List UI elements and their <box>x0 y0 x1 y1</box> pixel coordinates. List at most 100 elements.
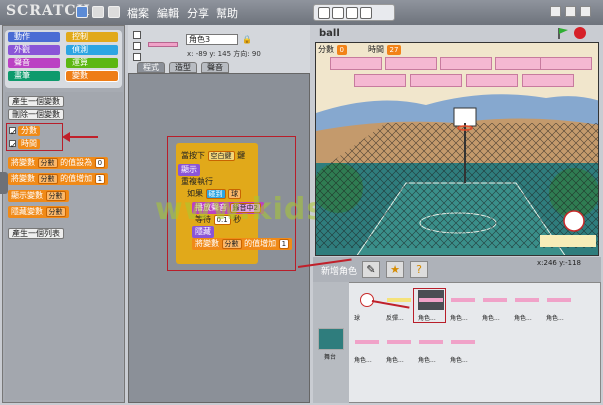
lock-icon[interactable]: 🔒 <box>242 35 252 44</box>
bar-sprite-icon <box>387 298 411 302</box>
sprite-thumb-label: 角色... <box>386 357 404 364</box>
sprite-thumb-6[interactable]: 角色... <box>546 290 576 328</box>
project-title: ball <box>319 28 340 39</box>
tab-sounds[interactable]: 聲音 <box>201 62 229 73</box>
sprite-thumb-label: 角色... <box>450 357 468 364</box>
small-stage-icon[interactable] <box>550 6 561 17</box>
menu-share[interactable]: 分享 <box>187 5 209 21</box>
new-sprite-label: 新增角色 <box>321 267 358 277</box>
sprite-thumb-image[interactable] <box>514 290 540 310</box>
block-change-var[interactable]: 將變數 分數 的值增加 1 <box>8 173 109 185</box>
block-hide-var[interactable]: 隱藏變數 分數 <box>8 206 69 218</box>
globe-icon[interactable] <box>76 6 88 18</box>
sprite-thumb-3[interactable]: 角色... <box>450 290 480 328</box>
bar-sprite-icon <box>547 298 571 302</box>
sprite-coords: x: -89 y: 145 方向: 90 <box>187 50 261 58</box>
pink-sprite[interactable] <box>540 57 592 70</box>
sprite-thumb-5[interactable]: 角色... <box>514 290 544 328</box>
sprite-thumb-label: 角色... <box>482 315 500 322</box>
stop-icon[interactable] <box>574 27 586 39</box>
sprite-thumb-image[interactable] <box>450 332 476 352</box>
menu-file[interactable]: 檔案 <box>127 5 149 21</box>
sprite-thumb-image[interactable] <box>482 290 508 310</box>
sprite-thumb-image[interactable] <box>546 290 572 310</box>
bar-sprite-icon <box>419 340 443 344</box>
no-rotate-icon[interactable] <box>133 53 141 61</box>
sprite-thumb-1[interactable]: 反彈... <box>386 290 416 328</box>
pointer-arrow <box>66 136 98 138</box>
save-icon[interactable] <box>92 6 104 18</box>
block-hide[interactable]: 隱藏 <box>192 226 214 238</box>
random-sprite-icon[interactable]: ? <box>410 261 428 278</box>
category-7[interactable]: 變數 <box>65 70 119 82</box>
score-monitor: 分數 0 <box>318 45 348 55</box>
bar-sprite-icon <box>515 298 539 302</box>
share-icon[interactable] <box>108 6 120 18</box>
block-change-score[interactable]: 將變數 分數 的值增加 1 <box>192 238 293 250</box>
sprite-thumb-label: 角色... <box>354 357 372 364</box>
bar-sprite-icon <box>483 298 507 302</box>
category-2[interactable]: 外觀 <box>8 45 60 55</box>
make-list-button[interactable]: 產生一個列表 <box>8 228 64 239</box>
flip-icon[interactable] <box>133 42 141 50</box>
sprite-thumb-9[interactable]: 角色... <box>418 332 448 370</box>
time-monitor: 時間 27 <box>368 45 402 55</box>
selected-sprite-highlight <box>413 288 446 323</box>
presentation-mode-icon[interactable] <box>580 6 591 17</box>
highlight-box <box>6 123 63 151</box>
sprite-thumb-label: 角色... <box>514 315 532 322</box>
menu-help[interactable]: 幫助 <box>216 5 238 21</box>
scissors-icon[interactable] <box>332 7 344 19</box>
pink-sprite[interactable] <box>385 57 437 70</box>
sprite-thumb-0[interactable]: 球 <box>354 290 384 328</box>
menu-edit[interactable]: 編輯 <box>157 5 179 21</box>
sprite-thumb-image[interactable] <box>418 332 444 352</box>
bar-sprite-icon <box>387 340 411 344</box>
block-forever[interactable]: 重複執行 <box>178 176 216 188</box>
block-set-var[interactable]: 將變數 分數 的值設為 0 <box>8 157 109 169</box>
pink-sprite[interactable] <box>466 74 518 87</box>
sprite-thumb-10[interactable]: 角色... <box>450 332 480 370</box>
rotate-all-icon[interactable] <box>133 31 141 39</box>
category-5[interactable]: 運算 <box>66 58 118 68</box>
sprite-name-field[interactable]: 角色3 <box>186 34 238 45</box>
normal-stage-icon[interactable] <box>565 6 576 17</box>
stamp-icon[interactable] <box>318 7 330 19</box>
shrink-icon[interactable] <box>360 7 372 19</box>
category-4[interactable]: 聲音 <box>8 58 60 68</box>
block-show-var[interactable]: 顯示變數 分數 <box>8 190 69 202</box>
sprite-thumb-image[interactable] <box>450 290 476 310</box>
grow-icon[interactable] <box>346 7 358 19</box>
sprite-thumb-label: 球 <box>354 315 361 322</box>
delete-variable-button[interactable]: 刪除一個變數 <box>8 109 64 120</box>
tab-scripts[interactable]: 程式 <box>137 62 165 73</box>
pink-sprite[interactable] <box>354 74 406 87</box>
sprite-thumb-4[interactable]: 角色... <box>482 290 512 328</box>
green-flag-icon[interactable] <box>557 27 569 39</box>
category-0[interactable]: 動作 <box>8 32 60 42</box>
category-6[interactable]: 畫筆 <box>8 71 60 81</box>
pink-sprite[interactable] <box>410 74 462 87</box>
sprite-thumb-image[interactable] <box>386 332 412 352</box>
stage-thumbnail[interactable] <box>318 328 344 350</box>
block-when-key-pressed[interactable]: 當按下 空白鍵 鍵 <box>178 150 249 162</box>
pink-sprite[interactable] <box>330 57 382 70</box>
sprite-thumbnail <box>148 42 178 47</box>
sprite-thumb-label: 角色... <box>450 315 468 322</box>
paint-sprite-icon[interactable]: ✎ <box>362 261 380 278</box>
make-variable-button[interactable]: 產生一個變數 <box>8 96 64 107</box>
category-1[interactable]: 控制 <box>66 32 118 42</box>
bar-sprite-icon <box>451 340 475 344</box>
pink-sprite[interactable] <box>522 74 574 87</box>
choose-sprite-icon[interactable]: ★ <box>386 261 404 278</box>
tab-costumes[interactable]: 造型 <box>169 62 197 73</box>
palette-collapse-handle[interactable] <box>0 172 8 194</box>
pink-sprite[interactable] <box>440 57 492 70</box>
sprite-thumb-7[interactable]: 角色... <box>354 332 384 370</box>
category-3[interactable]: 偵測 <box>66 45 118 55</box>
block-show[interactable]: 顯示 <box>178 164 200 176</box>
sprite-thumb-image[interactable] <box>354 332 380 352</box>
bar-sprite-icon <box>355 340 379 344</box>
stage-thumb-label: 舞台 <box>324 354 337 361</box>
sprite-thumb-8[interactable]: 角色... <box>386 332 416 370</box>
